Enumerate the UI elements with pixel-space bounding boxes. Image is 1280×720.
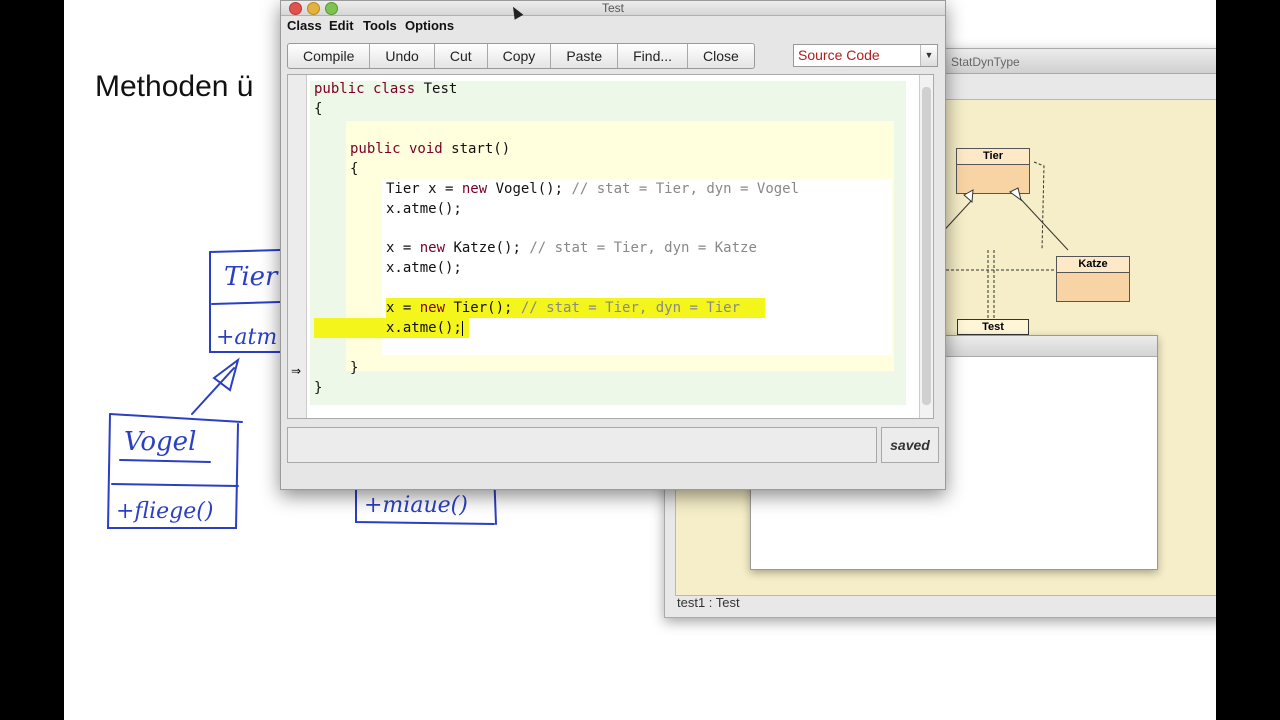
- view-selector-value: Source Code: [798, 47, 880, 63]
- code-line-5: Tier x = new Vogel(); // stat = Tier, dy…: [386, 181, 800, 197]
- message-area: [287, 427, 877, 463]
- ink-vogel-method: +fliege(): [116, 499, 213, 524]
- copy-button[interactable]: Copy: [488, 44, 552, 68]
- view-selector[interactable]: Source Code ▼: [793, 44, 938, 67]
- code-line-12: }: [314, 380, 323, 396]
- breakpoint-gutter[interactable]: ⇒: [288, 75, 307, 418]
- paste-button[interactable]: Paste: [551, 44, 619, 68]
- cut-button[interactable]: Cut: [435, 44, 488, 68]
- code-line-8: x.atme();: [386, 260, 462, 276]
- execution-arrow-icon: ⇒: [291, 364, 302, 378]
- find-button[interactable]: Find...: [618, 44, 689, 68]
- object-bench-label: test1 : Test: [677, 595, 740, 610]
- editor-title: Test: [601, 1, 624, 15]
- code-line-10: x.atme();: [386, 320, 463, 336]
- ink-tier: Tier: [224, 262, 279, 292]
- chevron-down-icon[interactable]: ▼: [920, 45, 937, 66]
- code-line-6: x.atme();: [386, 201, 462, 217]
- menu-class[interactable]: Class: [287, 18, 322, 33]
- bluej-main-title: StatDynType: [951, 55, 1020, 69]
- code-editor[interactable]: ⇒ public class Test { public void start(…: [287, 74, 934, 419]
- vertical-scrollbar[interactable]: [919, 75, 933, 418]
- compile-button[interactable]: Compile: [288, 44, 371, 68]
- code-line-4: {: [350, 161, 359, 177]
- editor-menubar: Class Edit Tools Options: [281, 16, 945, 36]
- ink-vogel: Vogel: [124, 427, 196, 457]
- code-line-3: public void start(): [350, 141, 511, 157]
- menu-options[interactable]: Options: [405, 18, 454, 33]
- code-line-1: public class Test: [314, 81, 458, 97]
- close-button[interactable]: Close: [688, 44, 754, 68]
- ink-katze-method: +miaue(): [364, 493, 468, 518]
- editor-titlebar[interactable]: Test: [281, 1, 945, 16]
- text-cursor: [461, 320, 463, 336]
- scrollbar-thumb[interactable]: [922, 87, 931, 405]
- code-line-2: {: [314, 101, 323, 117]
- menu-tools[interactable]: Tools: [363, 18, 397, 33]
- editor-toolbar: Compile Undo Cut Copy Paste Find... Clos…: [287, 43, 755, 69]
- code-line-7: x = new Katze(); // stat = Tier, dyn = K…: [386, 240, 757, 256]
- ink-tier-method: +atm: [216, 325, 277, 350]
- code-line-9: x = new Tier(); // stat = Tier, dyn = Ti…: [386, 300, 741, 316]
- undo-button[interactable]: Undo: [370, 44, 435, 68]
- editor-window[interactable]: Test Class Edit Tools Options Compile Un…: [280, 0, 946, 490]
- menu-edit[interactable]: Edit: [329, 18, 354, 33]
- save-status: saved: [881, 427, 939, 463]
- code-line-11: }: [350, 360, 359, 376]
